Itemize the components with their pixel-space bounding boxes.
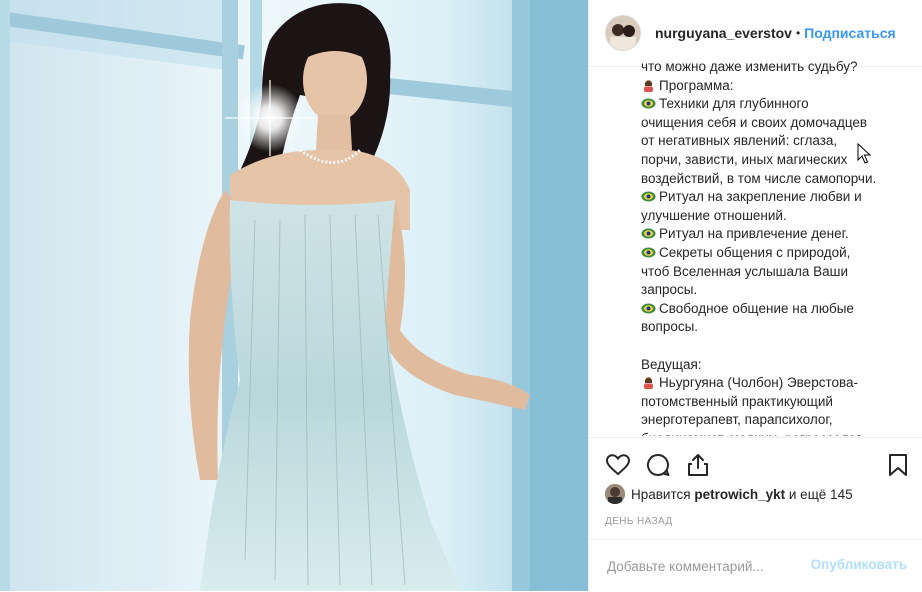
comment-input[interactable] (605, 554, 809, 578)
caption-text: чтоб Вселенная услышала Ваши (641, 263, 849, 279)
caption-line: вопросы. (641, 318, 911, 337)
liker-avatar[interactable] (605, 484, 625, 504)
post-photo-illustration (0, 0, 588, 591)
caption-line: улучшение отношений. (641, 207, 911, 226)
woman-icon (641, 376, 656, 390)
caption-text: энерготерапевт, парапсихолог, (641, 412, 833, 428)
caption-line: очищения себя и своих домочадцев (641, 114, 911, 133)
caption-line: Свободное общение на любые (641, 300, 911, 319)
eye-icon (641, 227, 656, 240)
caption-text: Ритуал на закрепление любви и (659, 189, 862, 205)
caption-line: Техники для глубинного (641, 95, 911, 114)
caption-text: Свободное общение на любые (659, 300, 854, 316)
caption-line: чтоб Вселенная услышала Ваши (641, 263, 911, 282)
liker-username[interactable]: petrowich_ykt (694, 487, 785, 502)
eye-icon (641, 302, 656, 315)
post-timestamp[interactable]: ДЕНЬ НАЗАД (605, 516, 673, 527)
caption-text: запросы. (641, 282, 698, 298)
caption-text: очищения себя и своих домочадцев (641, 114, 868, 130)
comment-box: Опубликовать (589, 539, 922, 592)
caption-line: Секреты общения с природой, (641, 244, 911, 263)
caption-line: Ритуал на привлечение денег. (641, 225, 911, 244)
avatar[interactable] (605, 15, 641, 51)
mouse-cursor-icon (857, 143, 871, 164)
caption-text: Программа: (659, 77, 734, 93)
eye-icon (641, 97, 656, 110)
caption-line (641, 337, 911, 356)
likes-suffix[interactable]: и ещё 145 (789, 487, 853, 502)
publish-button[interactable]: Опубликовать (811, 557, 907, 572)
caption-line: что можно даже изменить судьбу? (641, 58, 911, 77)
separator-dot: • (795, 26, 801, 40)
caption-text: воздействий, в том числе самопорчи. (641, 170, 877, 186)
post-photo[interactable] (0, 0, 588, 591)
share-icon[interactable] (685, 452, 711, 478)
caption: что можно даже изменить судьбу? Программа… (641, 58, 911, 436)
caption-line: биодинамист, медиум, регрессолог. (641, 430, 911, 436)
post-sidebar: nurguyana_everstov • Подписаться что мож… (588, 0, 922, 591)
liker-avatar-image (605, 484, 625, 504)
caption-text: потомственный практикующий (641, 393, 833, 409)
caption-text: улучшение отношений. (641, 207, 787, 223)
caption-line: энерготерапевт, парапсихолог, (641, 411, 911, 430)
caption-text: Ритуал на привлечение денег. (659, 226, 849, 242)
like-heart-icon[interactable] (605, 452, 631, 478)
caption-text: Техники для глубинного (659, 96, 809, 112)
follow-button[interactable]: Подписаться (804, 25, 896, 41)
likes-prefix: Нравится (631, 486, 691, 502)
caption-text: что можно даже изменить судьбу? (641, 59, 858, 74)
comment-icon[interactable] (645, 452, 671, 478)
caption-line: Ритуал на закрепление любви и (641, 188, 911, 207)
caption-text: порчи, зависти, иных магических (641, 151, 848, 167)
caption-text: Ньургуяна (Чолбон) Эверстова- (659, 375, 859, 391)
caption-line: потомственный практикующий (641, 393, 911, 412)
bookmark-icon[interactable] (885, 452, 911, 478)
caption-text: биодинамист, медиум, регрессолог. (641, 431, 863, 436)
username-link[interactable]: nurguyana_everstov (655, 25, 792, 41)
caption-text: от негативных явлений: сглаза, (641, 133, 838, 149)
caption-text: Ведущая: (641, 356, 702, 372)
caption-line: запросы. (641, 281, 911, 300)
caption-line: Ведущая: (641, 356, 911, 375)
caption-line: Ньургуяна (Чолбон) Эверстова- (641, 374, 911, 393)
eye-icon (641, 190, 656, 203)
caption-line: Программа: (641, 77, 911, 96)
likes-row: Нравится petrowich_ykt и ещё 145 (605, 484, 853, 504)
avatar-image (606, 16, 640, 50)
caption-line: воздействий, в том числе самопорчи. (641, 170, 911, 189)
caption-text: Секреты общения с природой, (659, 244, 851, 260)
eye-icon (641, 246, 656, 259)
caption-text: вопросы. (641, 319, 699, 335)
woman-icon (641, 79, 656, 92)
post-header: nurguyana_everstov • Подписаться (589, 0, 922, 67)
